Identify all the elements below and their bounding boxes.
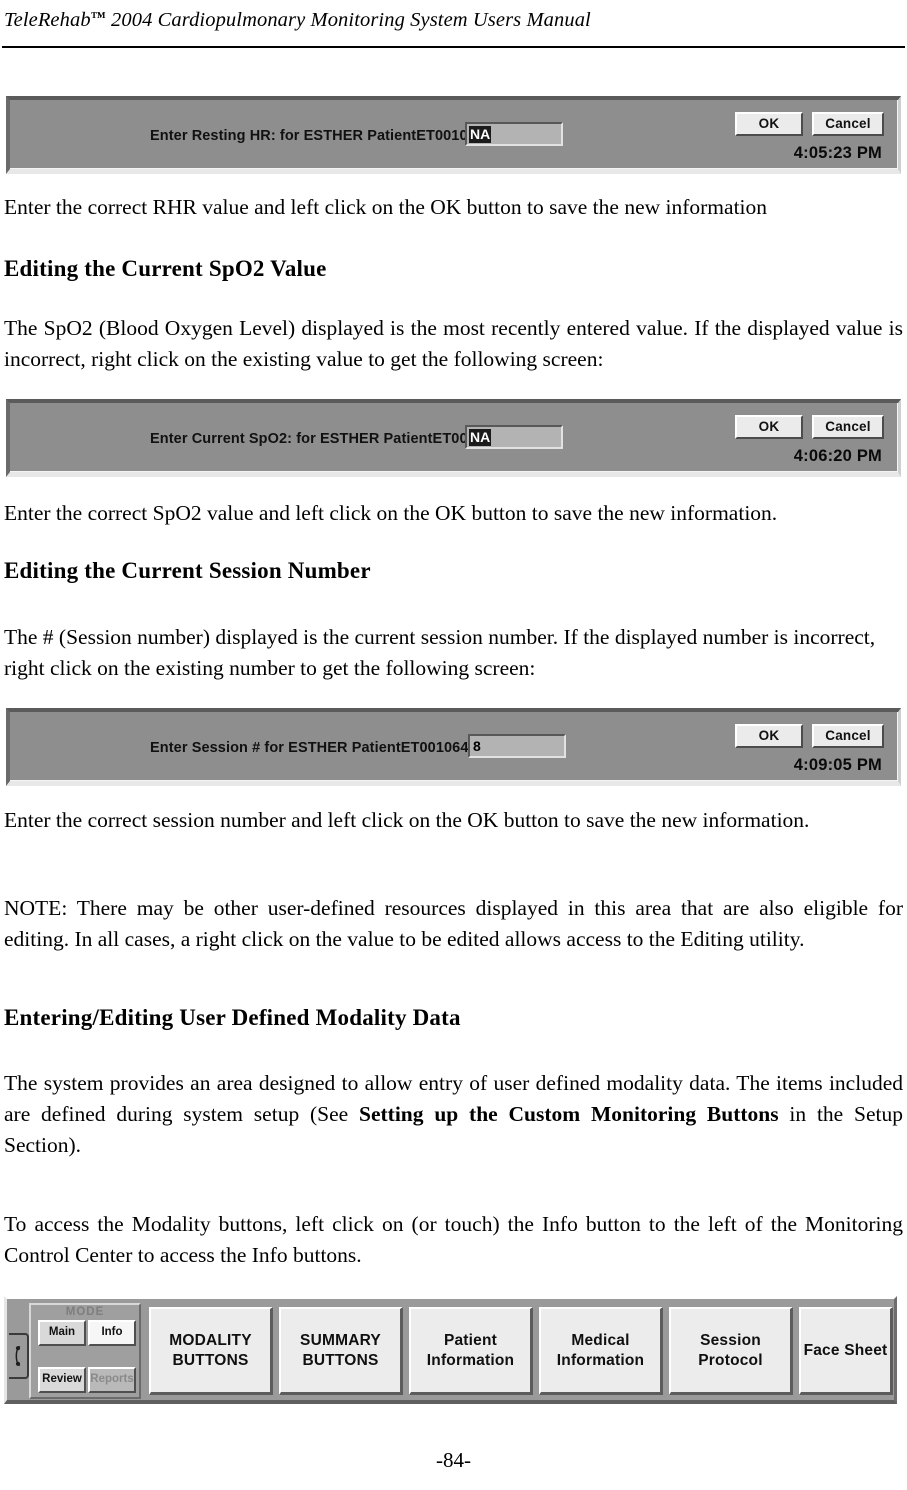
resting-hr-cancel-button[interactable]: Cancel: [812, 112, 884, 136]
heading-editing-session-number: Editing the Current Session Number: [4, 558, 371, 583]
monitoring-control-center-toolbar[interactable]: MODE Main Info Review Reports MODALITY B…: [4, 1296, 897, 1404]
toolbar-button-medical-information[interactable]: Medical Information: [539, 1307, 663, 1395]
session-number-input[interactable]: 8: [468, 734, 566, 758]
toolbar-button-modality-buttons[interactable]: MODALITY BUTTONS: [149, 1307, 273, 1395]
mode-button-info[interactable]: Info: [88, 1320, 136, 1346]
trademark-symbol: ™: [90, 10, 106, 26]
header-title: TeleRehab™ 2004 Cardiopulmonary Monitori…: [4, 4, 903, 34]
mode-button-main[interactable]: Main: [38, 1320, 86, 1346]
resting-hr-value: NA: [469, 126, 492, 143]
paragraph-spo2-save: Enter the correct SpO2 value and left cl…: [4, 501, 778, 525]
document-page: TeleRehab™ 2004 Cardiopulmonary Monitori…: [0, 0, 907, 1490]
header-title-prefix: TeleRehab: [4, 9, 91, 31]
modality-bold-reference: Setting up the Custom Monitoring Buttons: [359, 1102, 779, 1126]
paragraph-session-intro: The # (Session number) displayed is the …: [4, 625, 876, 680]
toolbar-button-session-protocol[interactable]: Session Protocol: [669, 1307, 793, 1395]
session-number-value: 8: [473, 738, 481, 754]
resting-hr-input[interactable]: NA: [465, 122, 563, 146]
phone-handset-icon[interactable]: [9, 1333, 29, 1379]
paragraph-rhr-save: Enter the correct RHR value and left cli…: [4, 195, 768, 219]
dialog-session-number[interactable]: Enter Session # for ESTHER PatientET0010…: [6, 708, 901, 786]
toolbar-button-summary-buttons[interactable]: SUMMARY BUTTONS: [279, 1307, 403, 1395]
resting-hr-ok-button[interactable]: OK: [735, 112, 803, 136]
heading-editing-spo2: Editing the Current SpO2 Value: [4, 256, 327, 281]
paragraph-access-modality-buttons: To access the Modality buttons, left cli…: [4, 1212, 903, 1267]
dialog-resting-hr-label: Enter Resting HR: for ESTHER PatientET00…: [150, 128, 489, 144]
resting-hr-clock: 4:05:23 PM: [793, 144, 882, 162]
document-header: TeleRehab™ 2004 Cardiopulmonary Monitori…: [4, 4, 903, 48]
current-spo2-clock: 4:06:20 PM: [793, 447, 882, 465]
page-number: -84-: [436, 1448, 471, 1472]
toolbar-button-face-sheet[interactable]: Face Sheet: [799, 1307, 893, 1395]
mode-button-reports[interactable]: Reports: [88, 1367, 136, 1393]
heading-user-defined-modality-data: Entering/Editing User Defined Modality D…: [4, 1005, 461, 1030]
mode-panel: MODE Main Info Review Reports: [29, 1303, 141, 1399]
session-number-cancel-button[interactable]: Cancel: [812, 724, 884, 748]
paragraph-modality-description: The system provides an area designed to …: [4, 1068, 903, 1161]
paragraph-spo2-intro: The SpO2 (Blood Oxygen Level) displayed …: [4, 316, 903, 371]
dialog-current-spo2-label: Enter Current SpO2: for ESTHER PatientET…: [150, 431, 506, 447]
paragraph-session-save: Enter the correct session number and lef…: [4, 808, 810, 832]
dialog-current-spo2[interactable]: Enter Current SpO2: for ESTHER PatientET…: [6, 399, 901, 477]
header-rule: [2, 46, 905, 48]
mode-panel-title: MODE: [65, 1306, 105, 1318]
header-title-rest: 2004 Cardiopulmonary Monitoring System U…: [105, 9, 591, 31]
current-spo2-value: NA: [469, 429, 492, 446]
session-number-clock: 4:09:05 PM: [793, 756, 882, 774]
current-spo2-input[interactable]: NA: [465, 425, 563, 449]
current-spo2-cancel-button[interactable]: Cancel: [812, 415, 884, 439]
mode-button-review[interactable]: Review: [38, 1367, 86, 1393]
toolbar-button-patient-information[interactable]: Patient Information: [409, 1307, 533, 1395]
current-spo2-ok-button[interactable]: OK: [735, 415, 803, 439]
paragraph-note: NOTE: There may be other user-defined re…: [4, 896, 903, 951]
dialog-session-number-label: Enter Session # for ESTHER PatientET0010…: [150, 740, 474, 756]
dialog-resting-hr[interactable]: Enter Resting HR: for ESTHER PatientET00…: [6, 96, 901, 174]
session-number-ok-button[interactable]: OK: [735, 724, 803, 748]
